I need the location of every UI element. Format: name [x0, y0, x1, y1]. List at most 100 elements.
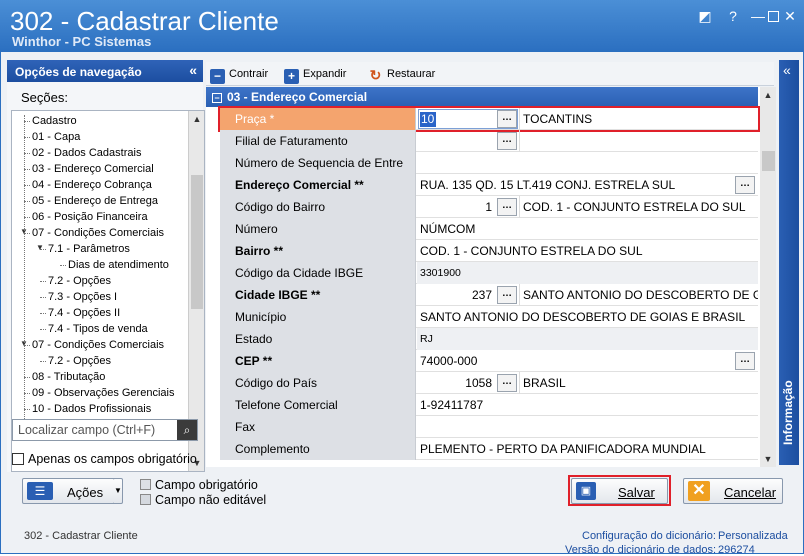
lookup-button[interactable]: …: [497, 286, 517, 304]
sections-tree[interactable]: ▲ ▼ Cadastro 01 - Capa 02 - Dados Cadastra…: [11, 110, 205, 472]
only-required-checkbox[interactable]: Apenas os campos obrigatório: [12, 452, 197, 466]
field-value[interactable]: 74000-000: [417, 350, 735, 372]
field-row[interactable]: Endereço Comercial ** RUA. 135 QD. 15 LT.…: [220, 174, 758, 196]
close-icon[interactable]: ✕: [782, 8, 798, 24]
sidebar-item[interactable]: Dias de atendimento: [68, 257, 169, 273]
field-row[interactable]: Número NÚMCOM: [220, 218, 758, 240]
field-label: Código do Bairro: [220, 196, 416, 218]
cancelar-button[interactable]: ✕ Cancelar: [683, 478, 783, 504]
sidebar-item[interactable]: 01 - Capa: [32, 129, 80, 145]
section-header[interactable]: −03 - Endereço Comercial: [206, 87, 758, 107]
tree-connector: [40, 329, 46, 330]
scroll-thumb[interactable]: [762, 151, 775, 171]
scroll-thumb[interactable]: [191, 175, 203, 309]
field-value[interactable]: [417, 152, 758, 174]
contrair-button[interactable]: − Contrair: [210, 66, 268, 84]
field-value[interactable]: 1058: [417, 372, 495, 394]
lookup-button[interactable]: …: [735, 352, 755, 370]
help-icon[interactable]: ?: [725, 8, 741, 24]
sidebar-item[interactable]: 02 - Dados Cadastrais: [32, 145, 141, 161]
expandir-button[interactable]: + Expandir: [284, 66, 346, 84]
field-row[interactable]: Estado RJ: [220, 328, 758, 350]
lookup-button[interactable]: …: [497, 132, 517, 150]
restaurar-button[interactable]: ↻ Restaurar: [368, 66, 436, 83]
legend-not-editable: Campo não editável: [140, 493, 266, 507]
field-value[interactable]: RUA. 135 QD. 15 LT.419 CONJ. ESTRELA SUL: [417, 174, 735, 196]
sidebar-item[interactable]: 7.3 - Opções I: [48, 289, 117, 305]
sidebar-item[interactable]: 06 - Posição Financeira: [32, 209, 148, 225]
field-row[interactable]: Telefone Comercial 1-92411787: [220, 394, 758, 416]
collapse-panel-icon[interactable]: «: [189, 62, 197, 78]
acoes-dropdown[interactable]: ▼: [113, 478, 123, 504]
sidebar-item[interactable]: 7.4 - Tipos de venda: [48, 321, 148, 337]
field-row[interactable]: CEP ** 74000-000…: [220, 350, 758, 372]
salvar-button[interactable]: ▣ Salvar: [571, 478, 668, 504]
grid-scrollbar[interactable]: ▲ ▼: [760, 87, 776, 467]
sidebar-item[interactable]: 04 - Endereço Cobrança: [32, 177, 152, 193]
minimize-icon[interactable]: —: [750, 8, 766, 24]
search-field[interactable]: Localizar campo (Ctrl+F) ⌕: [12, 419, 198, 441]
lookup-button[interactable]: …: [497, 374, 517, 392]
scroll-up-icon[interactable]: ▲: [189, 111, 204, 127]
collapse-section-icon[interactable]: −: [212, 93, 222, 103]
field-value[interactable]: COD. 1 - CONJUNTO ESTRELA DO SUL: [417, 240, 758, 262]
sidebar-item[interactable]: 7.1 - Parâmetros: [48, 241, 130, 257]
sidebar-item[interactable]: 10 - Dados Profissionais: [32, 401, 151, 417]
field-value[interactable]: 1: [417, 196, 495, 218]
tree-expand-icon[interactable]: ▼: [36, 243, 44, 252]
scroll-down-icon[interactable]: ▼: [760, 451, 776, 467]
cancel-x-icon: ✕: [688, 481, 710, 501]
field-value[interactable]: 237: [417, 284, 495, 306]
legend-required-label: Campo obrigatório: [155, 478, 258, 492]
field-row[interactable]: Número de Sequencia de Entre: [220, 152, 758, 174]
field-row[interactable]: Complemento PLEMENTO - PERTO DA PANIFICAD…: [220, 438, 758, 460]
sidebar-item[interactable]: 07 - Condições Comerciais: [32, 337, 164, 353]
field-label: Complemento: [220, 438, 416, 460]
status-version-label: Versão do dicionário de dados:: [565, 544, 717, 556]
sidebar-item[interactable]: 07 - Condições Comerciais: [32, 225, 164, 241]
scroll-up-icon[interactable]: ▲: [760, 87, 776, 103]
field-value[interactable]: [417, 416, 758, 438]
acoes-button[interactable]: ☰ Ações: [22, 478, 122, 504]
sidebar-item[interactable]: 03 - Endereço Comercial: [32, 161, 154, 177]
field-value[interactable]: 1-92411787: [417, 394, 758, 416]
field-row[interactable]: Fax: [220, 416, 758, 438]
restore-arrow-icon: ↻: [369, 67, 382, 83]
field-value[interactable]: [417, 130, 495, 152]
field-label: Endereço Comercial **: [220, 174, 416, 196]
field-row[interactable]: Código do Bairro 1… COD. 1 - CONJUNTO ESTR…: [220, 196, 758, 218]
restaurar-label: Restaurar: [387, 68, 436, 80]
field-row[interactable]: Praça * 10… TOCANTINS: [218, 106, 760, 132]
sidebar-item[interactable]: Cadastro: [32, 113, 77, 129]
sidebar-item[interactable]: 08 - Tributação: [32, 369, 105, 385]
not-editable-swatch: [140, 494, 151, 505]
restore-icon[interactable]: ◩: [697, 8, 713, 24]
expand-panel-icon[interactable]: «: [783, 62, 791, 78]
maximize-icon[interactable]: [768, 11, 779, 22]
tree-scrollbar[interactable]: ▲ ▼: [188, 111, 204, 471]
sidebar-item[interactable]: 7.2 - Opções: [48, 353, 111, 369]
sidebar-item[interactable]: 7.2 - Opções: [48, 273, 111, 289]
field-row[interactable]: Código da Cidade IBGE 3301900: [220, 262, 758, 284]
sidebar-item[interactable]: 05 - Endereço de Entrega: [32, 193, 158, 209]
chevron-down-icon: ▼: [114, 486, 122, 495]
field-row[interactable]: Filial de Faturamento…: [220, 130, 758, 152]
field-row[interactable]: Bairro ** COD. 1 - CONJUNTO ESTRELA DO SU…: [220, 240, 758, 262]
field-row[interactable]: Código do País 1058… BRASIL: [220, 372, 758, 394]
field-row[interactable]: Cidade IBGE ** 237… SANTO ANTONIO DO DESCO…: [220, 284, 758, 306]
lookup-button[interactable]: …: [497, 198, 517, 216]
search-icon[interactable]: ⌕: [177, 420, 197, 440]
sidebar-item[interactable]: 09 - Observações Gerenciais: [32, 385, 174, 401]
field-value[interactable]: NÚMCOM: [417, 218, 758, 240]
navigation-header: Opções de navegação «: [7, 60, 203, 82]
information-panel[interactable]: « Informação: [779, 60, 799, 465]
tree-connector: [60, 265, 66, 266]
field-row[interactable]: Município SANTO ANTONIO DO DESCOBERTO DE …: [220, 306, 758, 328]
lookup-button[interactable]: …: [735, 176, 755, 194]
field-label: Cidade IBGE **: [220, 284, 416, 306]
sidebar-item[interactable]: 7.4 - Opções II: [48, 305, 120, 321]
praca-input-border: [418, 109, 518, 129]
checkbox-box[interactable]: [12, 453, 24, 465]
field-value[interactable]: PLEMENTO - PERTO DA PANIFICADORA MUNDIAL: [417, 438, 758, 460]
field-value[interactable]: SANTO ANTONIO DO DESCOBERTO DE GOIAS E B…: [417, 306, 758, 328]
